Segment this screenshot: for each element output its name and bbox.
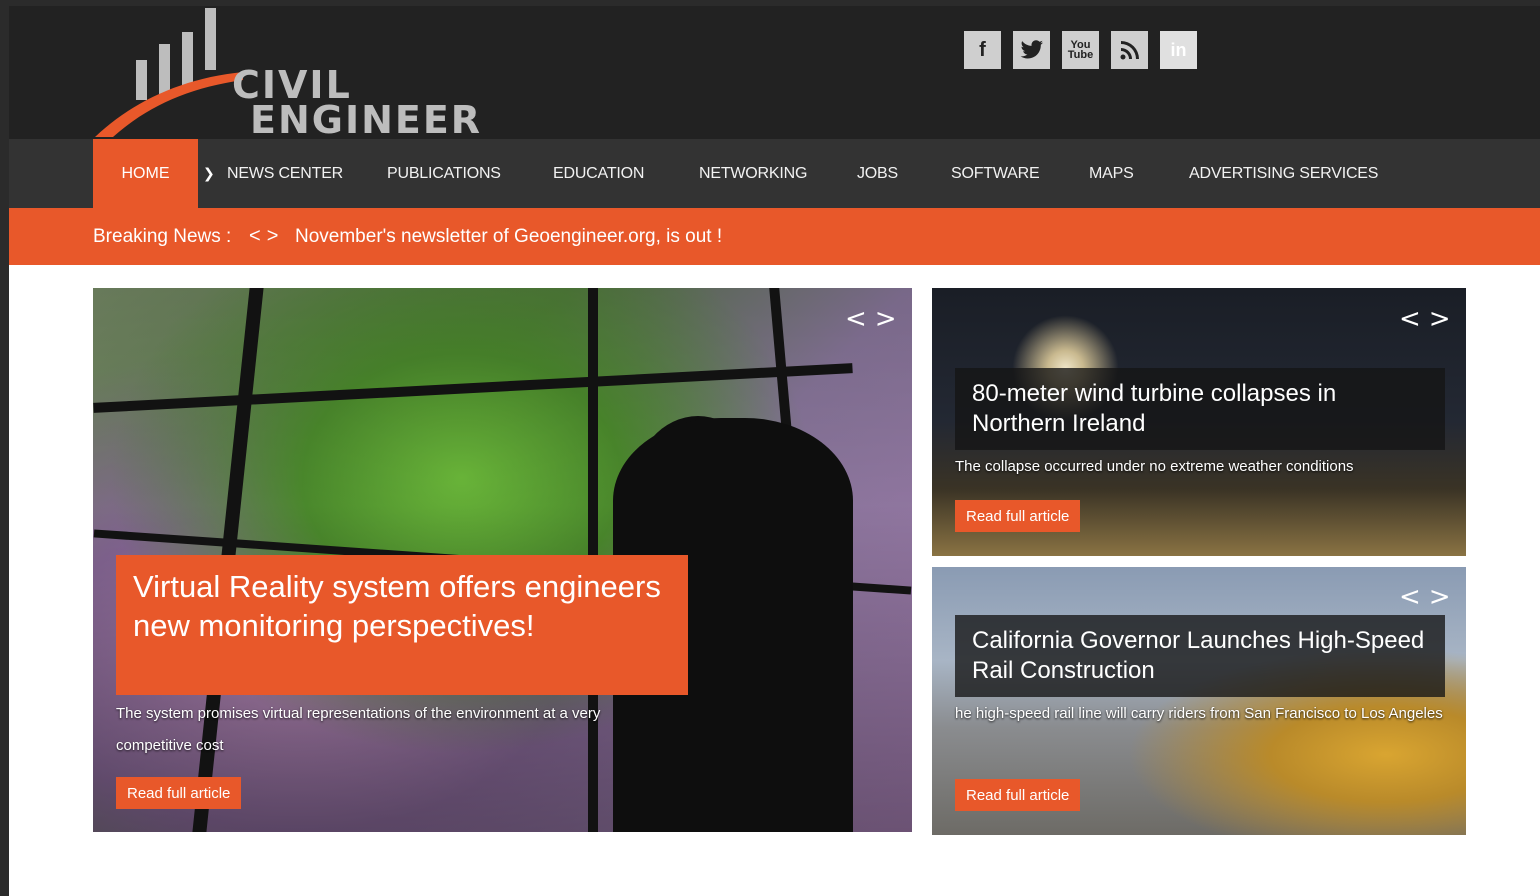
side-article-description: he high-speed rail line will carry rider… xyxy=(955,705,1443,722)
breaking-news-label: Breaking News : xyxy=(93,225,232,247)
social-links: f You Tube in xyxy=(964,31,1197,69)
main-nav: HOME ❯ NEWS CENTER PUBLICATIONS EDUCATIO… xyxy=(9,139,1540,208)
chevron-right-icon: ❯ xyxy=(203,165,215,181)
breaking-news-link[interactable]: November's newsletter of Geoengineer.org… xyxy=(295,226,722,248)
chevron-right-icon[interactable]: > xyxy=(267,225,285,247)
nav-item-software[interactable]: SOFTWARE xyxy=(951,139,1040,208)
site-header: CIVIL ENGINEER f You Tube in xyxy=(9,6,1540,139)
nav-item-maps[interactable]: MAPS xyxy=(1089,139,1134,208)
chevron-left-icon[interactable]: < xyxy=(249,225,267,247)
featured-carousel-controls: <> xyxy=(845,304,905,334)
chevron-left-icon[interactable]: < xyxy=(1399,582,1429,612)
chevron-right-icon[interactable]: > xyxy=(875,304,905,334)
nav-item-education[interactable]: EDUCATION xyxy=(553,139,644,208)
chevron-left-icon[interactable]: < xyxy=(1399,304,1429,334)
rss-icon[interactable] xyxy=(1111,31,1148,69)
youtube-icon[interactable]: You Tube xyxy=(1062,31,1099,69)
page-frame: CIVIL ENGINEER f You Tube in HOME ❯ NEWS… xyxy=(9,6,1540,896)
side-read-more-button[interactable]: Read full article xyxy=(955,500,1081,532)
featured-article-description: The system promises virtual representati… xyxy=(116,705,601,754)
chevron-right-icon[interactable]: > xyxy=(1429,304,1459,334)
side-article-title[interactable]: California Governor Launches High-Speed … xyxy=(955,615,1445,697)
nav-item-home[interactable]: HOME xyxy=(93,139,198,208)
featured-article-card[interactable]: <> Virtual Reality system offers enginee… xyxy=(93,288,912,832)
nav-item-jobs[interactable]: JOBS xyxy=(857,139,898,208)
side-carousel-controls: <> xyxy=(1399,582,1459,612)
side-carousel-controls: <> xyxy=(1399,304,1459,334)
youtube-icon-label: You Tube xyxy=(1067,39,1094,61)
linkedin-icon[interactable]: in xyxy=(1160,31,1197,69)
side-read-more-button[interactable]: Read full article xyxy=(955,779,1081,811)
chevron-left-icon[interactable]: < xyxy=(845,304,875,334)
nav-item-networking[interactable]: NETWORKING xyxy=(699,139,807,208)
breaking-news-bar: Breaking News : <> November's newsletter… xyxy=(9,208,1540,265)
nav-item-publications[interactable]: PUBLICATIONS xyxy=(387,139,501,208)
nav-item-advertising-services[interactable]: ADVERTISING SERVICES xyxy=(1189,139,1378,208)
logo-text-line2: ENGINEER xyxy=(250,98,483,142)
side-article-card[interactable]: <> California Governor Launches High-Spe… xyxy=(932,567,1466,835)
site-logo[interactable]: CIVIL ENGINEER xyxy=(93,6,480,139)
breaking-news-controls: <> xyxy=(249,225,284,248)
featured-article-title[interactable]: Virtual Reality system offers engineers … xyxy=(116,555,688,695)
nav-item-news-center[interactable]: NEWS CENTER xyxy=(227,139,343,208)
side-article-card[interactable]: <> 80-meter wind turbine collapses in No… xyxy=(932,288,1466,556)
window-frame xyxy=(93,363,853,413)
side-article-title[interactable]: 80-meter wind turbine collapses in North… xyxy=(955,368,1445,450)
chevron-right-icon[interactable]: > xyxy=(1429,582,1459,612)
facebook-icon[interactable]: f xyxy=(964,31,1001,69)
twitter-icon[interactable] xyxy=(1013,31,1050,69)
side-article-description: The collapse occurred under no extreme w… xyxy=(955,458,1354,475)
featured-read-more-button[interactable]: Read full article xyxy=(116,777,242,809)
